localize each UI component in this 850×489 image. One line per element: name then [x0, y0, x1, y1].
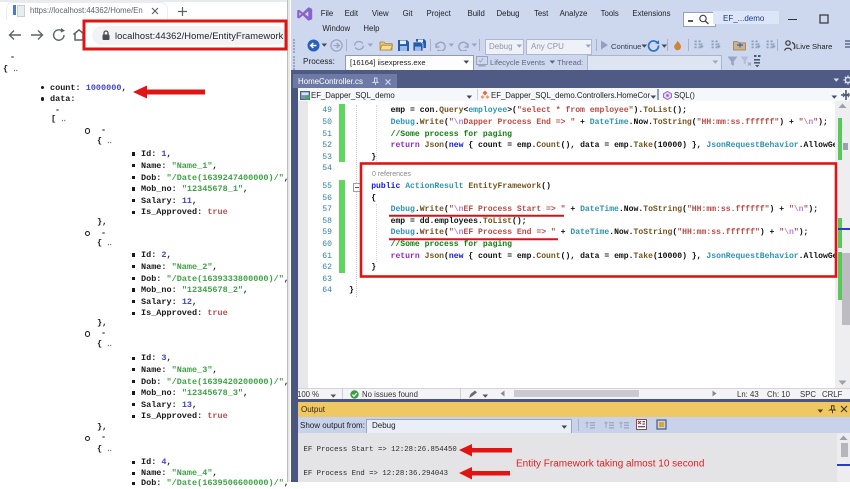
svg-text:Entity Framework taking almost: Entity Framework taking almost 10 second [516, 459, 704, 470]
